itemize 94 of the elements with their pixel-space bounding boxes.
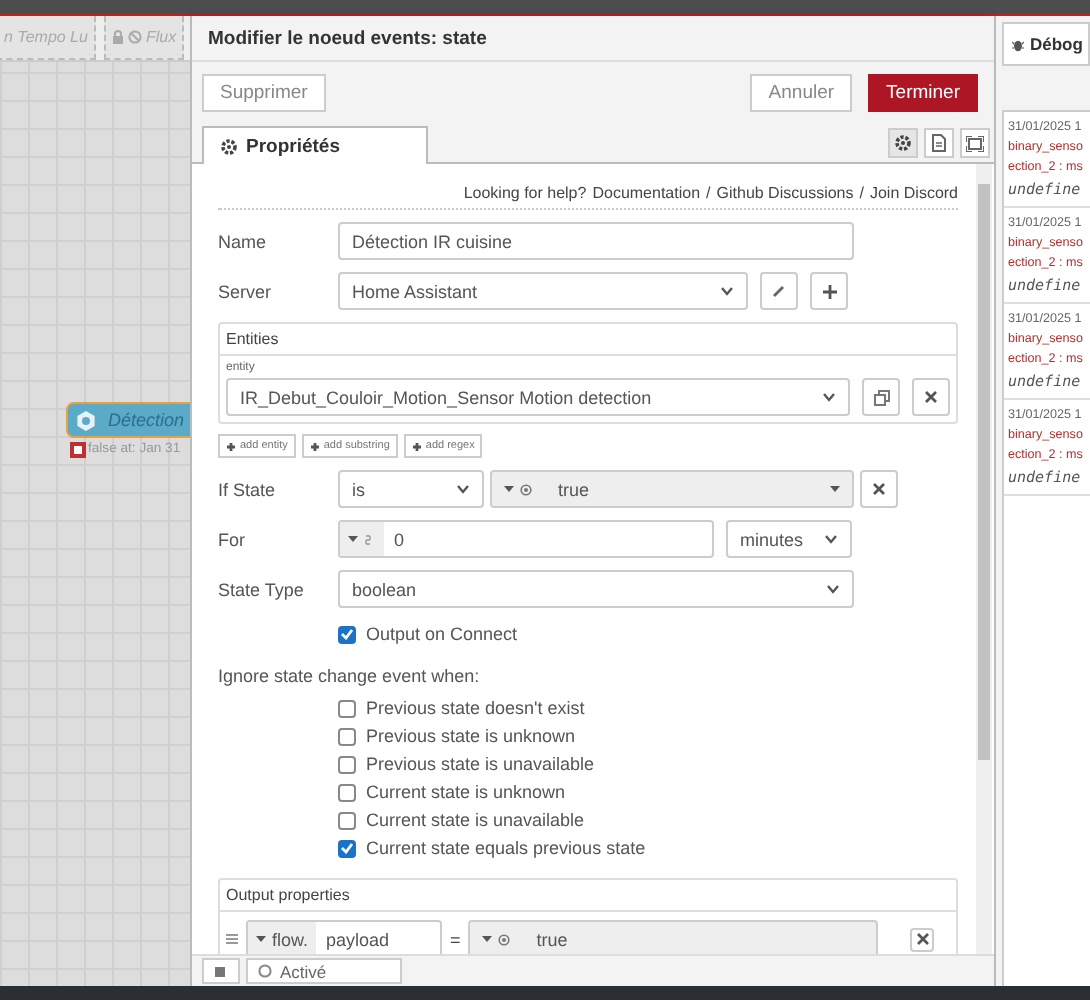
- check-icon: [340, 628, 354, 640]
- chevron-down-icon: [822, 392, 836, 402]
- settings-icon: [894, 134, 912, 152]
- field-label: State Type: [218, 579, 306, 599]
- field-label: For: [218, 529, 247, 549]
- field-label: Name: [218, 231, 269, 251]
- chevron-down-icon: [824, 534, 838, 544]
- copy-icon: [873, 389, 889, 405]
- name-input[interactable]: Détection IR cuisine: [338, 222, 854, 260]
- bug-icon: [1012, 37, 1024, 51]
- caret-icon: [348, 536, 358, 542]
- debug-tab[interactable]: Débog: [1002, 22, 1090, 64]
- add-server-button[interactable]: [810, 272, 848, 310]
- drag-handle-icon: [226, 934, 238, 944]
- caret-icon: [482, 936, 493, 942]
- plus-icon: [821, 283, 837, 299]
- appearance-toggle-button[interactable]: [202, 958, 240, 984]
- equals-sign: =: [450, 929, 461, 949]
- status-square-icon: [72, 443, 84, 455]
- circle-icon: [258, 964, 272, 978]
- delete-button[interactable]: Supprimer: [202, 73, 326, 111]
- pencil-icon: [772, 284, 786, 298]
- number-icon: [364, 533, 376, 545]
- dropdown-caret-icon: [830, 486, 840, 492]
- scrollbar-thumb[interactable]: [978, 184, 990, 760]
- checkbox[interactable]: [338, 755, 356, 773]
- close-icon: [872, 482, 886, 496]
- checkbox[interactable]: [338, 699, 356, 717]
- checkbox-label: Current state equals previous state: [366, 838, 646, 858]
- help-link[interactable]: Join Discord: [869, 184, 958, 202]
- value-select[interactable]: true: [468, 920, 879, 954]
- server-select[interactable]: Home Assistant: [338, 272, 748, 310]
- close-icon: [915, 932, 930, 946]
- done-button[interactable]: Terminer: [868, 73, 978, 111]
- gear-icon: [220, 137, 238, 155]
- chevron-down-icon: [826, 584, 840, 594]
- checkbox[interactable]: [338, 839, 356, 857]
- toggle-icon: [520, 483, 532, 495]
- caret-icon: [504, 486, 514, 492]
- copy-button[interactable]: [862, 378, 900, 416]
- frame-icon: [966, 135, 984, 151]
- disabled-icon: [127, 30, 142, 44]
- field-label: Server: [218, 281, 274, 301]
- settings-button[interactable]: [888, 128, 918, 158]
- remove-button[interactable]: [912, 378, 950, 416]
- chevron-down-icon: [456, 484, 470, 494]
- help-link[interactable]: Documentation: [592, 184, 701, 202]
- checkbox[interactable]: [338, 783, 356, 801]
- checkbox-label: Current state is unknown: [366, 782, 566, 802]
- checkbox-label: Output on Connect: [366, 624, 518, 644]
- toggle-icon: [498, 933, 511, 945]
- duration-input[interactable]: 0: [338, 520, 714, 558]
- checkbox-label: Previous state is unknown: [366, 726, 576, 746]
- state-value-select[interactable]: true: [490, 470, 854, 508]
- entity-select[interactable]: IR_Debut_Couloir_Motion_Sensor Motion detection: [226, 378, 850, 416]
- field-label: If State: [218, 479, 278, 499]
- plus-icon: [226, 441, 236, 451]
- dialog-title: Modifier le noeud events: state: [192, 16, 994, 62]
- enabled-toggle-button[interactable]: Activé: [246, 958, 402, 984]
- chevron-down-icon: [720, 286, 734, 296]
- panel-title: Entities: [220, 324, 956, 356]
- caret-icon: [256, 936, 266, 942]
- section-label: Ignore state change event when:: [218, 666, 480, 686]
- panel-title: Output properties: [220, 880, 956, 912]
- type-selector[interactable]: [504, 483, 532, 495]
- unit-select[interactable]: minutes: [726, 520, 852, 558]
- state-type-select[interactable]: boolean: [338, 570, 854, 608]
- appearance-button[interactable]: [960, 128, 990, 158]
- type-selector[interactable]: [482, 933, 511, 945]
- hexagon-icon: [76, 409, 96, 431]
- plus-icon: [309, 441, 320, 451]
- description-button[interactable]: [924, 128, 954, 158]
- property-input[interactable]: flow. payload: [246, 920, 442, 954]
- link-separator: /: [706, 184, 711, 202]
- checkbox-label: Previous state is unavailable: [366, 754, 595, 774]
- checkbox-label: Current state is unavailable: [366, 810, 585, 830]
- remove-button[interactable]: [910, 927, 935, 951]
- checkbox[interactable]: [338, 727, 356, 745]
- checkbox[interactable]: [338, 811, 356, 829]
- plus-icon: [411, 441, 422, 451]
- checkbox[interactable]: [338, 625, 356, 643]
- properties-tab[interactable]: Propriétés: [202, 126, 428, 164]
- remove-button[interactable]: [860, 470, 898, 508]
- type-selector[interactable]: flow.: [248, 922, 317, 954]
- checkbox-label: Previous state doesn't exist: [366, 698, 585, 718]
- operator-select[interactable]: is: [338, 470, 484, 508]
- help-text: Looking for help?: [463, 184, 587, 202]
- close-icon: [924, 390, 938, 404]
- check-icon: [340, 842, 354, 854]
- document-icon: [932, 134, 946, 152]
- cancel-button[interactable]: Annuler: [750, 73, 853, 111]
- help-link[interactable]: Github Discussions: [716, 184, 854, 202]
- lock-icon: [111, 30, 124, 44]
- link-separator: /: [859, 184, 864, 202]
